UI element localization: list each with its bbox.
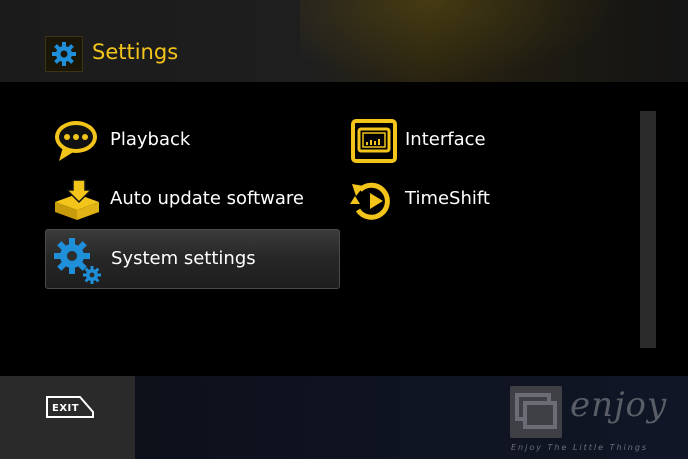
page-title: Settings [92, 40, 179, 64]
tv-screen-icon [346, 117, 398, 165]
menu-item-label: System settings [111, 248, 256, 269]
exit-label: EXIT [52, 403, 80, 414]
header-glow [300, 0, 620, 82]
menu-item-label: Interface [405, 129, 486, 150]
logo-wordmark: enjoy [570, 385, 668, 425]
menu-item-timeshift[interactable]: TimeShift [340, 170, 630, 228]
gear-icon [45, 36, 83, 72]
menu-item-playback[interactable]: Playback [45, 111, 339, 169]
scrollbar[interactable] [640, 111, 656, 348]
download-box-icon [51, 176, 103, 224]
menu-item-auto-update-software[interactable]: Auto update software [45, 170, 339, 228]
menu-item-interface[interactable]: Interface [340, 111, 630, 169]
speech-bubble-icon [51, 117, 103, 165]
gears-icon [52, 236, 104, 284]
menu-item-system-settings[interactable]: System settings [45, 229, 340, 289]
logo-tagline: Enjoy The Little Things [511, 443, 649, 452]
logo-icon [510, 386, 562, 438]
menu-item-label: Auto update software [110, 188, 304, 209]
timeshift-icon [346, 176, 398, 224]
menu-item-label: Playback [110, 129, 191, 150]
menu-item-label: TimeShift [405, 188, 490, 209]
